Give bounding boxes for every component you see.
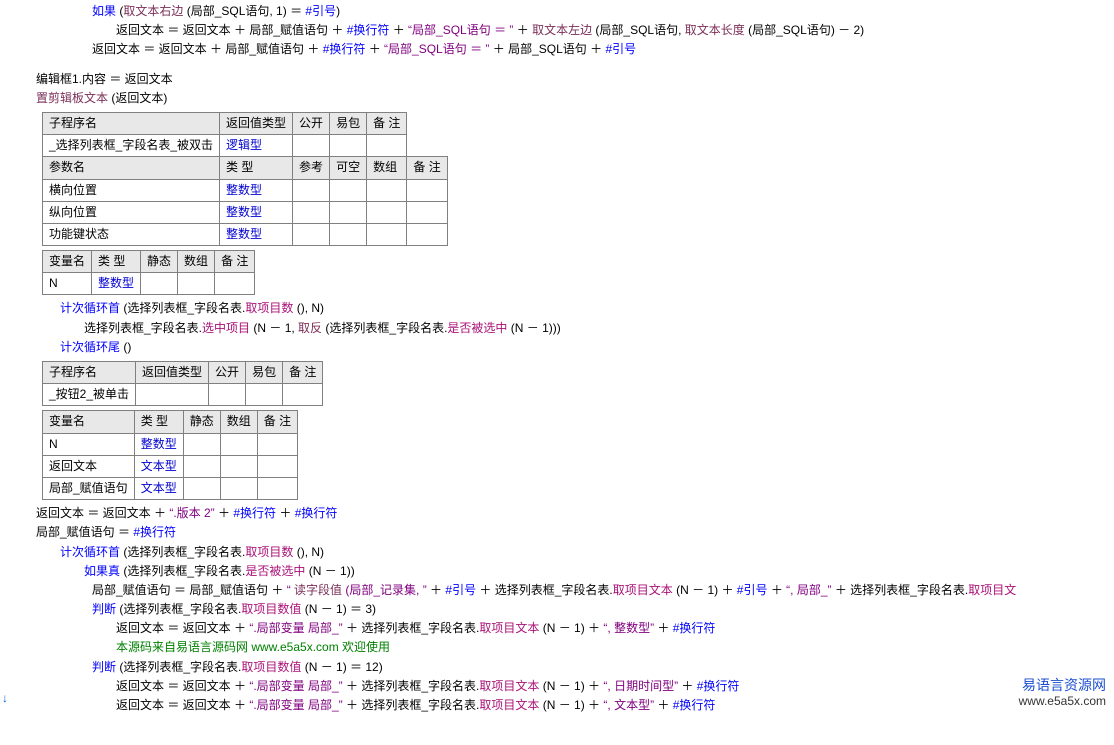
code-line[interactable]: 计次循环首 (选择列表框_字段名表.取项目数 (), N) [60, 299, 1114, 318]
code-line[interactable]: 计次循环首 (选择列表框_字段名表.取项目数 (), N) [60, 543, 1114, 562]
subroutine-table: 子程序名返回值类型公开易包备 注 _选择列表框_字段名表_被双击逻辑型 参数名类… [42, 112, 448, 246]
code-line[interactable]: 返回文本 ＝ 返回文本 ＋ 局部_赋值语句 ＋ #换行符 ＋ “局部_SQL语句… [116, 21, 1114, 40]
subroutine-table: 子程序名返回值类型公开易包备 注 _按钮2_被单击 [42, 361, 323, 406]
code-line[interactable]: 返回文本 ＝ 返回文本 ＋ “.局部变量 局部_” ＋ 选择列表框_字段名表.取… [116, 619, 1114, 638]
code-line[interactable]: 判断 (选择列表框_字段名表.取项目数值 (N － 1) ＝ 12) [92, 658, 1114, 677]
scroll-arrow-icon: ↓ [2, 689, 8, 708]
code-line[interactable]: 如果真 (选择列表框_字段名表.是否被选中 (N － 1)) [84, 562, 1114, 581]
code-line[interactable]: 置剪辑板文本 (返回文本) [36, 89, 1114, 108]
code-line[interactable]: 返回文本 ＝ 返回文本 ＋ 局部_赋值语句 ＋ #换行符 ＋ “局部_SQL语句… [92, 40, 1114, 59]
code-line[interactable]: 返回文本 ＝ 返回文本 ＋ “.版本 2” ＋ #换行符 ＋ #换行符 [36, 504, 1114, 523]
code-line[interactable]: 返回文本 ＝ 返回文本 ＋ “.局部变量 局部_” ＋ 选择列表框_字段名表.取… [116, 696, 1114, 715]
variable-table: 变量名类 型静态数组备 注 N整数型 返回文本文本型 局部_赋值语句文本型 [42, 410, 298, 500]
table-cell[interactable]: _选择列表框_字段名表_被双击 [43, 135, 220, 157]
comment-line[interactable]: 本源码来自易语言源码网 www.e5a5x.com 欢迎使用 [116, 638, 1114, 657]
code-line[interactable]: 局部_赋值语句 ＝ #换行符 [36, 523, 1114, 542]
variable-table: 变量名类 型静态数组备 注 N整数型 [42, 250, 255, 295]
code-line[interactable]: 编辑框1.内容 ＝ 返回文本 [36, 70, 1114, 89]
code-line[interactable]: 如果 (取文本右边 (局部_SQL语句, 1) ＝ #引号) [92, 2, 1114, 21]
code-line[interactable]: 选择列表框_字段名表.选中项目 (N － 1, 取反 (选择列表框_字段名表.是… [84, 319, 1114, 338]
code-line[interactable]: 局部_赋值语句 ＝ 局部_赋值语句 ＋ “ 读字段值 (局部_记录集, ” ＋ … [92, 581, 1114, 600]
code-line[interactable]: 计次循环尾 () [60, 338, 1114, 357]
code-line[interactable]: 判断 (选择列表框_字段名表.取项目数值 (N － 1) ＝ 3) [92, 600, 1114, 619]
code-line[interactable]: 返回文本 ＝ 返回文本 ＋ “.局部变量 局部_” ＋ 选择列表框_字段名表.取… [116, 677, 1114, 696]
watermark: 易语言资源网 www.e5a5x.com [1019, 676, 1106, 710]
